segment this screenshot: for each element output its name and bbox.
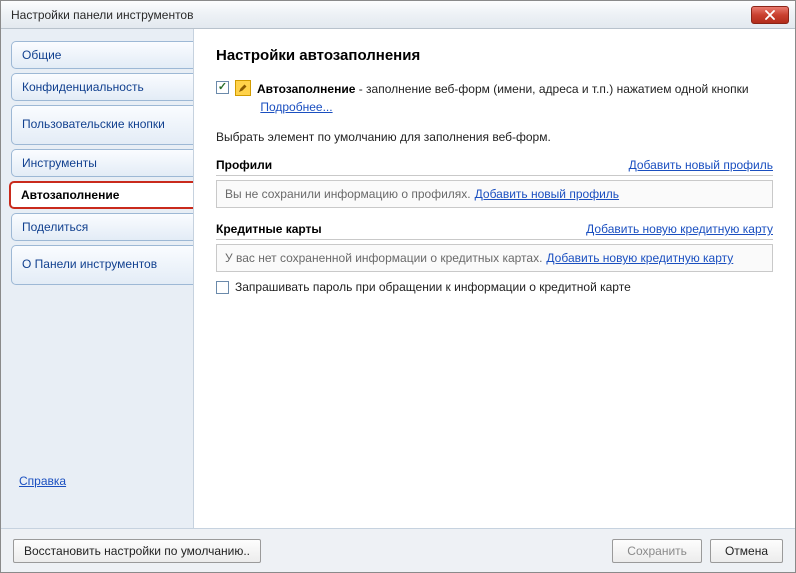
cards-empty-add-link[interactable]: Добавить новую кредитную карту: [546, 251, 733, 265]
sidebar-item-tools[interactable]: Инструменты: [11, 149, 193, 177]
autofill-desc-tail: - заполнение веб-форм (имени, адреса и т…: [355, 82, 748, 96]
add-profile-link[interactable]: Добавить новый профиль: [629, 158, 773, 172]
sidebar-item-label: О Панели инструментов: [22, 258, 157, 272]
pencil-icon: [235, 80, 251, 96]
sidebar-item-custom-buttons[interactable]: Пользовательские кнопки: [11, 105, 193, 145]
sidebar: Общие Конфиденциальность Пользовательски…: [1, 29, 193, 528]
ask-password-checkbox[interactable]: [216, 281, 229, 294]
sidebar-item-general[interactable]: Общие: [11, 41, 193, 69]
ask-password-row: Запрашивать пароль при обращении к инфор…: [216, 280, 773, 294]
button-label: Отмена: [725, 544, 768, 558]
autofill-setting-row: Автозаполнение - заполнение веб-форм (им…: [216, 80, 773, 116]
profiles-label: Профили: [216, 158, 272, 172]
sidebar-item-label: Пользовательские кнопки: [22, 118, 165, 132]
add-card-link[interactable]: Добавить новую кредитную карту: [586, 222, 773, 236]
restore-defaults-button[interactable]: Восстановить настройки по умолчанию..: [13, 539, 261, 563]
cancel-button[interactable]: Отмена: [710, 539, 783, 563]
cards-empty-box: У вас нет сохраненной информации о креди…: [216, 244, 773, 272]
learn-more-link[interactable]: Подробнее...: [260, 100, 332, 114]
page-title: Настройки автозаполнения: [216, 47, 773, 64]
close-button[interactable]: [751, 6, 789, 24]
window-body: Общие Конфиденциальность Пользовательски…: [1, 29, 795, 528]
sidebar-item-privacy[interactable]: Конфиденциальность: [11, 73, 193, 101]
sidebar-item-about[interactable]: О Панели инструментов: [11, 245, 193, 285]
sidebar-item-label: Общие: [22, 48, 61, 62]
save-button[interactable]: Сохранить: [612, 539, 702, 563]
profiles-empty-text: Вы не сохранили информацию о профилях.: [225, 187, 471, 201]
profiles-section-header: Профили Добавить новый профиль: [216, 158, 773, 176]
titlebar: Настройки панели инструментов: [1, 1, 795, 29]
window-title: Настройки панели инструментов: [11, 8, 751, 22]
autofill-name: Автозаполнение: [257, 82, 355, 96]
cards-label: Кредитные карты: [216, 222, 322, 236]
sidebar-item-label: Конфиденциальность: [22, 80, 144, 94]
help-link[interactable]: Справка: [19, 474, 193, 488]
button-label: Восстановить настройки по умолчанию..: [24, 544, 250, 558]
content-pane: Настройки автозаполнения Автозаполнение …: [193, 29, 795, 528]
cards-empty-text: У вас нет сохраненной информации о креди…: [225, 251, 542, 265]
autofill-description: Автозаполнение - заполнение веб-форм (им…: [257, 80, 773, 116]
settings-window: Настройки панели инструментов Общие Конф…: [0, 0, 796, 573]
close-icon: [765, 10, 775, 20]
profiles-empty-add-link[interactable]: Добавить новый профиль: [475, 187, 619, 201]
select-default-text: Выбрать элемент по умолчанию для заполне…: [216, 130, 773, 144]
profiles-empty-box: Вы не сохранили информацию о профилях. Д…: [216, 180, 773, 208]
sidebar-item-share[interactable]: Поделиться: [11, 213, 193, 241]
sidebar-item-label: Автозаполнение: [21, 188, 119, 202]
sidebar-item-label: Инструменты: [22, 156, 97, 170]
autofill-checkbox[interactable]: [216, 81, 229, 94]
button-label: Сохранить: [627, 544, 687, 558]
sidebar-nav: Общие Конфиденциальность Пользовательски…: [1, 39, 193, 287]
cards-section-header: Кредитные карты Добавить новую кредитную…: [216, 222, 773, 240]
sidebar-item-autofill[interactable]: Автозаполнение: [9, 181, 193, 209]
ask-password-label: Запрашивать пароль при обращении к инфор…: [235, 280, 631, 294]
sidebar-item-label: Поделиться: [22, 220, 88, 234]
dialog-footer: Восстановить настройки по умолчанию.. Со…: [1, 528, 795, 572]
